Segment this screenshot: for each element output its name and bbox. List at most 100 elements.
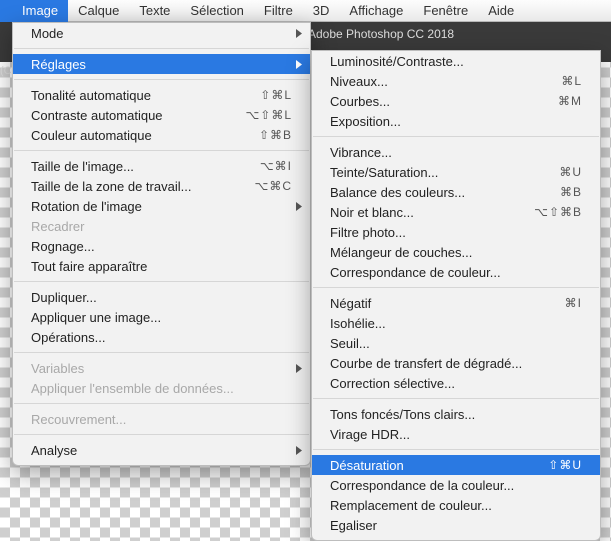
menu-item-label: Virage HDR... xyxy=(330,427,582,442)
menubar-item-3d[interactable]: 3D xyxy=(303,0,340,22)
menu-item-label: Désaturation xyxy=(330,458,548,473)
menu-item-exposition[interactable]: Exposition... xyxy=(312,111,600,131)
menu-item-tout-faire-apparaitre[interactable]: Tout faire apparaître xyxy=(13,256,310,276)
menu-item-label: Dupliquer... xyxy=(31,290,292,305)
image-menu-separator xyxy=(14,79,309,80)
menu-item-operations[interactable]: Opérations... xyxy=(13,327,310,347)
menu-item-analyse[interactable]: Analyse xyxy=(13,440,310,460)
menu-item-egaliser[interactable]: Egaliser xyxy=(312,515,600,535)
menu-item-shortcut: ⌘M xyxy=(558,94,582,108)
menubar-stub xyxy=(0,0,12,22)
menu-item-label: Vibrance... xyxy=(330,145,582,160)
menu-item-label: Niveaux... xyxy=(330,74,561,89)
menu-item-noir-et-blanc[interactable]: Noir et blanc...⌥⇧⌘B xyxy=(312,202,600,222)
menu-item-shortcut: ⌘U xyxy=(559,165,582,179)
menubar-item-calque[interactable]: Calque xyxy=(68,0,129,22)
menu-item-couleur-automatique[interactable]: Couleur automatique⇧⌘B xyxy=(13,125,310,145)
menu-item-vibrance[interactable]: Vibrance... xyxy=(312,142,600,162)
menu-item-shortcut: ⇧⌘L xyxy=(260,88,292,102)
menu-item-rotation-de-l-image[interactable]: Rotation de l'image xyxy=(13,196,310,216)
menu-item-tonalite-automatique[interactable]: Tonalité automatique⇧⌘L xyxy=(13,85,310,105)
menu-item-label: Egaliser xyxy=(330,518,582,533)
menu-item-filtre-photo[interactable]: Filtre photo... xyxy=(312,222,600,242)
menu-item-taille-de-la-zone-de-travail[interactable]: Taille de la zone de travail...⌥⌘C xyxy=(13,176,310,196)
menu-item-label: Balance des couleurs... xyxy=(330,185,560,200)
menu-item-variables: Variables xyxy=(13,358,310,378)
menu-item-label: Tons foncés/Tons clairs... xyxy=(330,407,582,422)
menu-item-label: Correction sélective... xyxy=(330,376,582,391)
menu-item-correction-selective[interactable]: Correction sélective... xyxy=(312,373,600,393)
menu-item-dupliquer[interactable]: Dupliquer... xyxy=(13,287,310,307)
adjustments-submenu-separator xyxy=(313,449,599,450)
window-title: Adobe Photoshop CC 2018 xyxy=(308,27,454,41)
menu-item-reglages[interactable]: Réglages xyxy=(13,54,310,74)
image-menu-separator xyxy=(14,48,309,49)
menu-item-balance-des-couleurs[interactable]: Balance des couleurs...⌘B xyxy=(312,182,600,202)
menu-item-niveaux[interactable]: Niveaux...⌘L xyxy=(312,71,600,91)
menu-item-label: Correspondance de la couleur... xyxy=(330,478,582,493)
menu-item-shortcut: ⌥⌘I xyxy=(260,159,292,173)
left-panel-fragment: (Ca xyxy=(0,50,12,110)
menu-item-luminosite-contraste[interactable]: Luminosité/Contraste... xyxy=(312,51,600,71)
menu-item-label: Appliquer l'ensemble de données... xyxy=(31,381,292,396)
image-menu-separator xyxy=(14,434,309,435)
menu-item-seuil[interactable]: Seuil... xyxy=(312,333,600,353)
image-menu-separator xyxy=(14,150,309,151)
submenu-arrow-icon xyxy=(296,364,302,373)
menu-item-recouvrement: Recouvrement... xyxy=(13,409,310,429)
menu-item-rognage[interactable]: Rognage... xyxy=(13,236,310,256)
menubar-item-texte[interactable]: Texte xyxy=(129,0,180,22)
adjustments-submenu-separator xyxy=(313,287,599,288)
menu-item-courbes[interactable]: Courbes...⌘M xyxy=(312,91,600,111)
menu-item-label: Analyse xyxy=(31,443,292,458)
image-menu-separator xyxy=(14,352,309,353)
menubar-item-fenêtre[interactable]: Fenêtre xyxy=(413,0,478,22)
menu-item-label: Filtre photo... xyxy=(330,225,582,240)
menu-item-correspondance-de-couleur[interactable]: Correspondance de couleur... xyxy=(312,262,600,282)
menubar-item-image[interactable]: Image xyxy=(12,0,68,22)
menu-item-desaturation[interactable]: Désaturation⇧⌘U xyxy=(312,455,600,475)
menu-item-virage-hdr[interactable]: Virage HDR... xyxy=(312,424,600,444)
menu-item-label: Mélangeur de couches... xyxy=(330,245,582,260)
menu-item-isohelie[interactable]: Isohélie... xyxy=(312,313,600,333)
menu-item-taille-de-l-image[interactable]: Taille de l'image...⌥⌘I xyxy=(13,156,310,176)
image-menu-separator xyxy=(14,403,309,404)
menu-item-label: Exposition... xyxy=(330,114,582,129)
submenu-arrow-icon xyxy=(296,202,302,211)
menu-item-label: Isohélie... xyxy=(330,316,582,331)
menu-item-label: Tonalité automatique xyxy=(31,88,260,103)
menu-item-label: Opérations... xyxy=(31,330,292,345)
menu-item-mode[interactable]: Mode xyxy=(13,23,310,43)
menubar-item-filtre[interactable]: Filtre xyxy=(254,0,303,22)
menu-item-label: Rotation de l'image xyxy=(31,199,292,214)
menu-item-label: Teinte/Saturation... xyxy=(330,165,559,180)
menubar: ImageCalqueTexteSélectionFiltre3DAfficha… xyxy=(0,0,611,22)
menu-item-label: Couleur automatique xyxy=(31,128,259,143)
menu-item-tons-fonces-tons-clairs[interactable]: Tons foncés/Tons clairs... xyxy=(312,404,600,424)
menubar-item-affichage[interactable]: Affichage xyxy=(339,0,413,22)
menu-item-label: Taille de l'image... xyxy=(31,159,260,174)
menu-item-label: Recouvrement... xyxy=(31,412,292,427)
menu-item-label: Rognage... xyxy=(31,239,292,254)
menu-item-label: Noir et blanc... xyxy=(330,205,534,220)
menu-item-shortcut: ⌥⌘C xyxy=(255,179,293,193)
menu-item-shortcut: ⇧⌘B xyxy=(259,128,292,142)
menu-item-correspondance-de-la-couleur[interactable]: Correspondance de la couleur... xyxy=(312,475,600,495)
menu-item-shortcut: ⌘L xyxy=(561,74,582,88)
menu-item-shortcut: ⌥⇧⌘B xyxy=(534,205,582,219)
menu-item-teinte-saturation[interactable]: Teinte/Saturation...⌘U xyxy=(312,162,600,182)
menu-item-label: Contraste automatique xyxy=(31,108,245,123)
menubar-item-aide[interactable]: Aide xyxy=(478,0,524,22)
adjustments-submenu-separator xyxy=(313,398,599,399)
menu-item-appliquer-une-image[interactable]: Appliquer une image... xyxy=(13,307,310,327)
menu-item-shortcut: ⌘I xyxy=(565,296,582,310)
menu-item-label: Recadrer xyxy=(31,219,292,234)
menu-item-courbe-de-transfert-de-degrade[interactable]: Courbe de transfert de dégradé... xyxy=(312,353,600,373)
menubar-item-sélection[interactable]: Sélection xyxy=(180,0,253,22)
menu-item-contraste-automatique[interactable]: Contraste automatique⌥⇧⌘L xyxy=(13,105,310,125)
menu-item-label: Remplacement de couleur... xyxy=(330,498,582,513)
menu-item-remplacement-de-couleur[interactable]: Remplacement de couleur... xyxy=(312,495,600,515)
menu-item-melangeur-de-couches[interactable]: Mélangeur de couches... xyxy=(312,242,600,262)
menu-item-negatif[interactable]: Négatif⌘I xyxy=(312,293,600,313)
menu-item-label: Tout faire apparaître xyxy=(31,259,292,274)
